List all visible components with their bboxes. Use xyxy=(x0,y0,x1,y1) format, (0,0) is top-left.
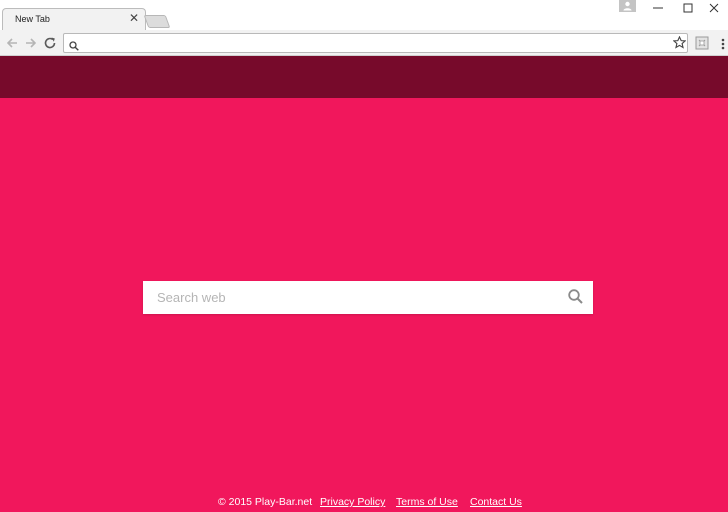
address-bar[interactable] xyxy=(63,33,688,53)
profile-icon[interactable] xyxy=(619,0,636,12)
extension-icon[interactable] xyxy=(695,36,709,50)
search-button[interactable] xyxy=(567,288,585,306)
magnifier-icon xyxy=(568,289,583,304)
tab-new-tab[interactable]: New Tab ✕ xyxy=(2,8,146,31)
search-box xyxy=(143,281,593,314)
address-input[interactable] xyxy=(84,35,664,51)
star-icon[interactable] xyxy=(672,35,687,54)
close-icon[interactable] xyxy=(703,0,725,16)
forward-icon[interactable] xyxy=(24,36,38,50)
tab-close-icon[interactable]: ✕ xyxy=(127,11,141,25)
browser-chrome: New Tab ✕ xyxy=(0,0,728,56)
maximize-icon[interactable] xyxy=(677,0,699,16)
contact-us-link[interactable]: Contact Us xyxy=(470,496,522,508)
copyright-text: © 2015 Play-Bar.net xyxy=(218,496,313,508)
search-input[interactable] xyxy=(155,287,555,308)
search-icon xyxy=(69,38,79,56)
terms-of-use-link[interactable]: Terms of Use xyxy=(396,496,458,508)
reload-icon[interactable] xyxy=(43,36,57,50)
privacy-policy-link[interactable]: Privacy Policy xyxy=(320,496,385,508)
page-header-bar xyxy=(0,56,728,98)
tab-strip: New Tab ✕ xyxy=(0,0,728,31)
new-tab-button[interactable] xyxy=(143,15,171,28)
minimize-icon[interactable] xyxy=(647,0,669,16)
back-icon[interactable] xyxy=(5,36,19,50)
tab-title: New Tab xyxy=(15,14,50,24)
menu-icon[interactable] xyxy=(720,38,726,52)
browser-toolbar xyxy=(0,30,728,56)
page-body: © 2015 Play-Bar.net Privacy Policy Terms… xyxy=(0,98,728,512)
footer: © 2015 Play-Bar.net Privacy Policy Terms… xyxy=(0,496,728,510)
